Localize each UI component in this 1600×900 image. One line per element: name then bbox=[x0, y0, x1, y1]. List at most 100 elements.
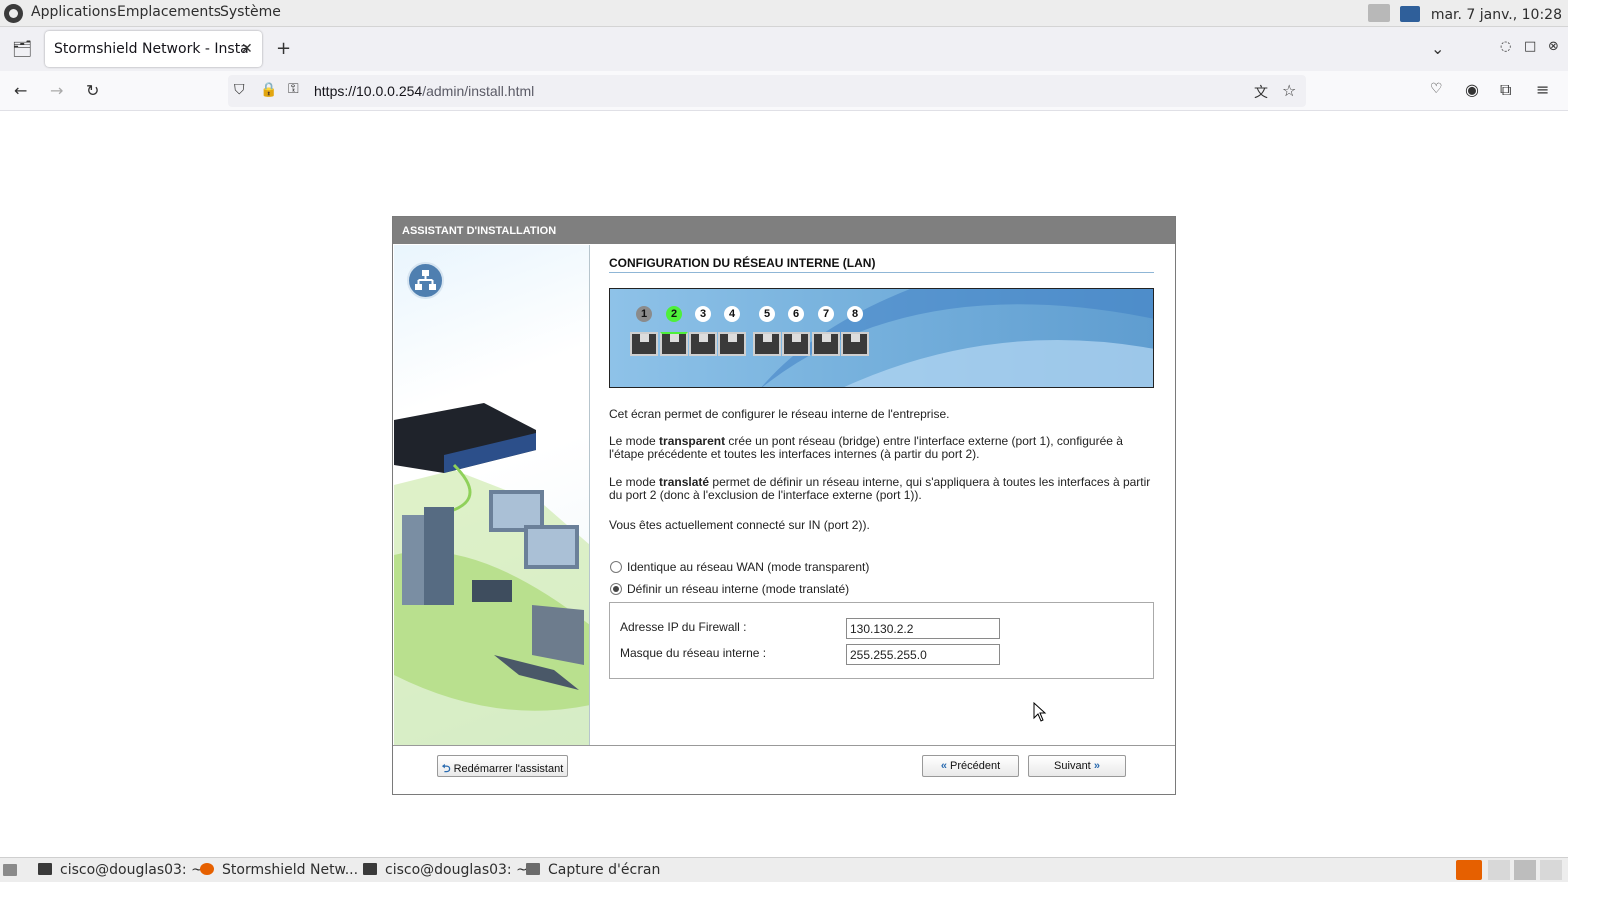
url-path: /admin/install.html bbox=[422, 83, 535, 99]
taskbar-item-browser[interactable]: Stormshield Netw... bbox=[200, 862, 358, 878]
clock[interactable]: mar. 7 janv., 10:28 bbox=[1431, 7, 1562, 23]
gnome-foot-icon[interactable] bbox=[4, 4, 23, 23]
intro-text: Cet écran permet de configurer le réseau… bbox=[609, 407, 950, 421]
port-number-4: 4 bbox=[724, 306, 740, 322]
system-tray: mar. 7 janv., 10:28 bbox=[1367, 4, 1562, 23]
port-5 bbox=[753, 332, 781, 356]
translated-mode-label[interactable]: Définir un réseau interne (mode translat… bbox=[627, 583, 1027, 596]
firewall-ip-label: Adresse IP du Firewall : bbox=[620, 620, 747, 634]
url-bar[interactable]: ⛉ 🔒 ⚿ https://10.0.0.254/admin/install.h… bbox=[228, 75, 1306, 107]
taskbar: cisco@douglas03: ~ Stormshield Netw... c… bbox=[0, 857, 1568, 882]
mouse-cursor-icon bbox=[1033, 702, 1047, 722]
restart-icon: ⮌ bbox=[441, 763, 451, 775]
port-1 bbox=[630, 332, 658, 356]
url-text[interactable]: https://10.0.0.254/admin/install.html bbox=[314, 83, 534, 99]
extensions-icon[interactable]: ⧉ bbox=[1500, 80, 1511, 100]
maximize-icon[interactable]: □ bbox=[1524, 39, 1536, 54]
network-icon[interactable] bbox=[1400, 6, 1421, 22]
wizard-footer: ⮌ Redémarrer l'assistant « Précédent Sui… bbox=[393, 745, 1175, 794]
workspace-1[interactable] bbox=[1488, 860, 1510, 880]
taskbar-item-screenshot[interactable]: Capture d'écran bbox=[526, 862, 660, 878]
firewall-ip-input[interactable]: 130.130.2.2 bbox=[846, 618, 1000, 639]
port-number-5: 5 bbox=[759, 306, 775, 322]
next-button[interactable]: Suivant » bbox=[1028, 755, 1126, 777]
taskbar-label: Stormshield Netw... bbox=[222, 862, 359, 878]
terminal-icon bbox=[363, 863, 377, 875]
applications-menu[interactable]: Applications bbox=[31, 4, 117, 20]
transparent-mode-radio[interactable] bbox=[610, 561, 622, 573]
previous-button[interactable]: « Précédent bbox=[922, 755, 1019, 777]
back-icon[interactable]: ← bbox=[14, 81, 27, 100]
port-6 bbox=[782, 332, 810, 356]
double-chevron-right-icon: » bbox=[1093, 760, 1100, 772]
tab-list-chevron-icon[interactable]: ⌄ bbox=[1431, 39, 1444, 58]
translated-desc-lead: Le mode bbox=[609, 475, 660, 489]
workspace-3[interactable] bbox=[1540, 860, 1562, 880]
transparent-desc-lead: Le mode bbox=[609, 434, 660, 448]
menu-icon[interactable]: ≡ bbox=[1536, 80, 1549, 99]
screenshot-icon bbox=[526, 863, 540, 875]
tab-title: Stormshield Network - Insta bbox=[54, 41, 249, 57]
taskbar-item-terminal-1[interactable]: cisco@douglas03: ~ bbox=[38, 862, 203, 878]
translated-mode-radio[interactable] bbox=[610, 583, 622, 595]
reload-icon[interactable]: ↻ bbox=[86, 81, 99, 100]
wizard-content: CONFIGURATION DU RÉSEAU INTERNE (LAN) 1 … bbox=[609, 245, 1155, 745]
next-label: Suivant bbox=[1054, 760, 1091, 772]
port-number-7: 7 bbox=[818, 306, 834, 322]
port-2 bbox=[660, 332, 688, 356]
netmask-input[interactable]: 255.255.255.0 bbox=[846, 644, 1000, 665]
port-number-8: 8 bbox=[847, 306, 863, 322]
network-illustration bbox=[394, 403, 589, 745]
internal-network-fieldset: Adresse IP du Firewall : 130.130.2.2 Mas… bbox=[609, 602, 1154, 679]
places-menu[interactable]: Emplacements bbox=[117, 4, 221, 20]
lock-icon[interactable]: 🔒 bbox=[260, 82, 277, 98]
port-7 bbox=[812, 332, 840, 356]
port-number-6: 6 bbox=[788, 306, 804, 322]
key-icon[interactable]: ⚿ bbox=[288, 81, 299, 97]
previous-label: Précédent bbox=[950, 760, 1001, 772]
pocket-icon[interactable]: ♡ bbox=[1430, 81, 1443, 97]
account-icon[interactable]: ◉ bbox=[1465, 80, 1479, 99]
new-tab-icon[interactable]: + bbox=[276, 38, 291, 59]
port-number-1: 1 bbox=[636, 306, 652, 322]
workspace-2[interactable] bbox=[1514, 860, 1536, 880]
translated-description: Le mode translaté permet de définir un r… bbox=[609, 476, 1154, 502]
top-panel: Applications Emplacements Système mar. 7… bbox=[0, 0, 1568, 27]
volume-icon[interactable] bbox=[1367, 4, 1390, 22]
shield-icon[interactable]: ⛉ bbox=[234, 82, 245, 98]
window-close-icon[interactable]: ⊗ bbox=[1548, 39, 1559, 54]
transparent-mode-label[interactable]: Identique au réseau WAN (mode transparen… bbox=[627, 561, 1027, 574]
transparent-description: Le mode transparent crée un pont réseau … bbox=[609, 435, 1154, 461]
show-desktop-icon[interactable] bbox=[3, 863, 25, 879]
terminal-icon bbox=[38, 863, 52, 875]
tab-stormshield[interactable]: Stormshield Network - Insta bbox=[45, 31, 262, 67]
firefox-icon bbox=[200, 863, 214, 875]
forward-icon[interactable]: → bbox=[50, 81, 63, 100]
translate-icon[interactable]: 文 bbox=[1254, 82, 1268, 102]
wizard-header: ASSISTANT D'INSTALLATION bbox=[393, 217, 1175, 244]
netmask-label: Masque du réseau interne : bbox=[620, 646, 767, 660]
port-number-3: 3 bbox=[695, 306, 711, 322]
restart-wizard-button[interactable]: ⮌ Redémarrer l'assistant bbox=[437, 755, 568, 777]
wizard-side-illustration bbox=[394, 245, 590, 745]
port-8 bbox=[841, 332, 869, 356]
tab-strip: 🗂 Stormshield Network - Insta ✕ + ⌄ ◌ □ … bbox=[0, 27, 1568, 71]
taskbar-label: cisco@douglas03: ~ bbox=[385, 862, 528, 878]
taskbar-label: Capture d'écran bbox=[548, 862, 661, 878]
url-host: https://10.0.0.254 bbox=[314, 83, 423, 99]
taskbar-item-terminal-2[interactable]: cisco@douglas03: ~ bbox=[363, 862, 528, 878]
tab-overview-icon[interactable]: 🗂 bbox=[12, 39, 32, 58]
port-3 bbox=[689, 332, 717, 356]
minimize-icon[interactable]: ◌ bbox=[1500, 39, 1511, 54]
workspace-firefox-icon[interactable] bbox=[1456, 860, 1482, 880]
connected-port-text: Vous êtes actuellement connecté sur IN (… bbox=[609, 518, 870, 532]
port-number-2: 2 bbox=[666, 306, 682, 322]
close-tab-icon[interactable]: ✕ bbox=[241, 41, 253, 57]
installation-wizard: ASSISTANT D'INSTALLATION CONFIGURATION D… bbox=[392, 216, 1176, 795]
double-chevron-left-icon: « bbox=[940, 760, 947, 772]
system-menu[interactable]: Système bbox=[220, 4, 281, 20]
navigation-bar: ← → ↻ ⛉ 🔒 ⚿ https://10.0.0.254/admin/ins… bbox=[0, 71, 1568, 111]
restart-label: Redémarrer l'assistant bbox=[453, 763, 564, 775]
bookmark-star-icon[interactable]: ☆ bbox=[1282, 81, 1296, 100]
transparent-keyword: transparent bbox=[659, 434, 726, 448]
